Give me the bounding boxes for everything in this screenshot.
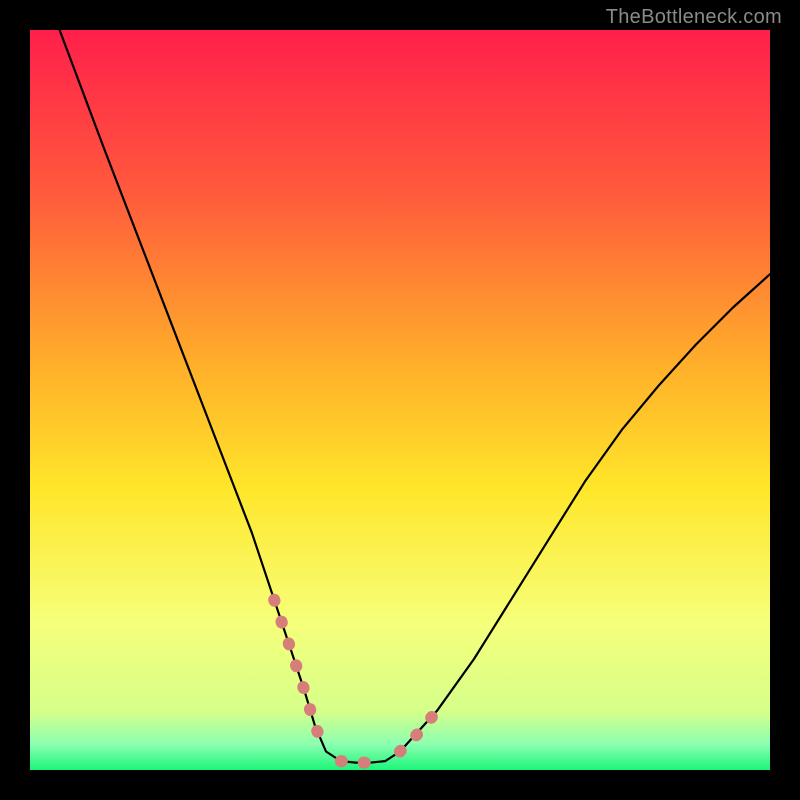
watermark-text: TheBottleneck.com bbox=[606, 6, 782, 29]
plot-background bbox=[30, 30, 770, 770]
chart-svg bbox=[0, 0, 800, 800]
chart-canvas: TheBottleneck.com bbox=[0, 0, 800, 800]
